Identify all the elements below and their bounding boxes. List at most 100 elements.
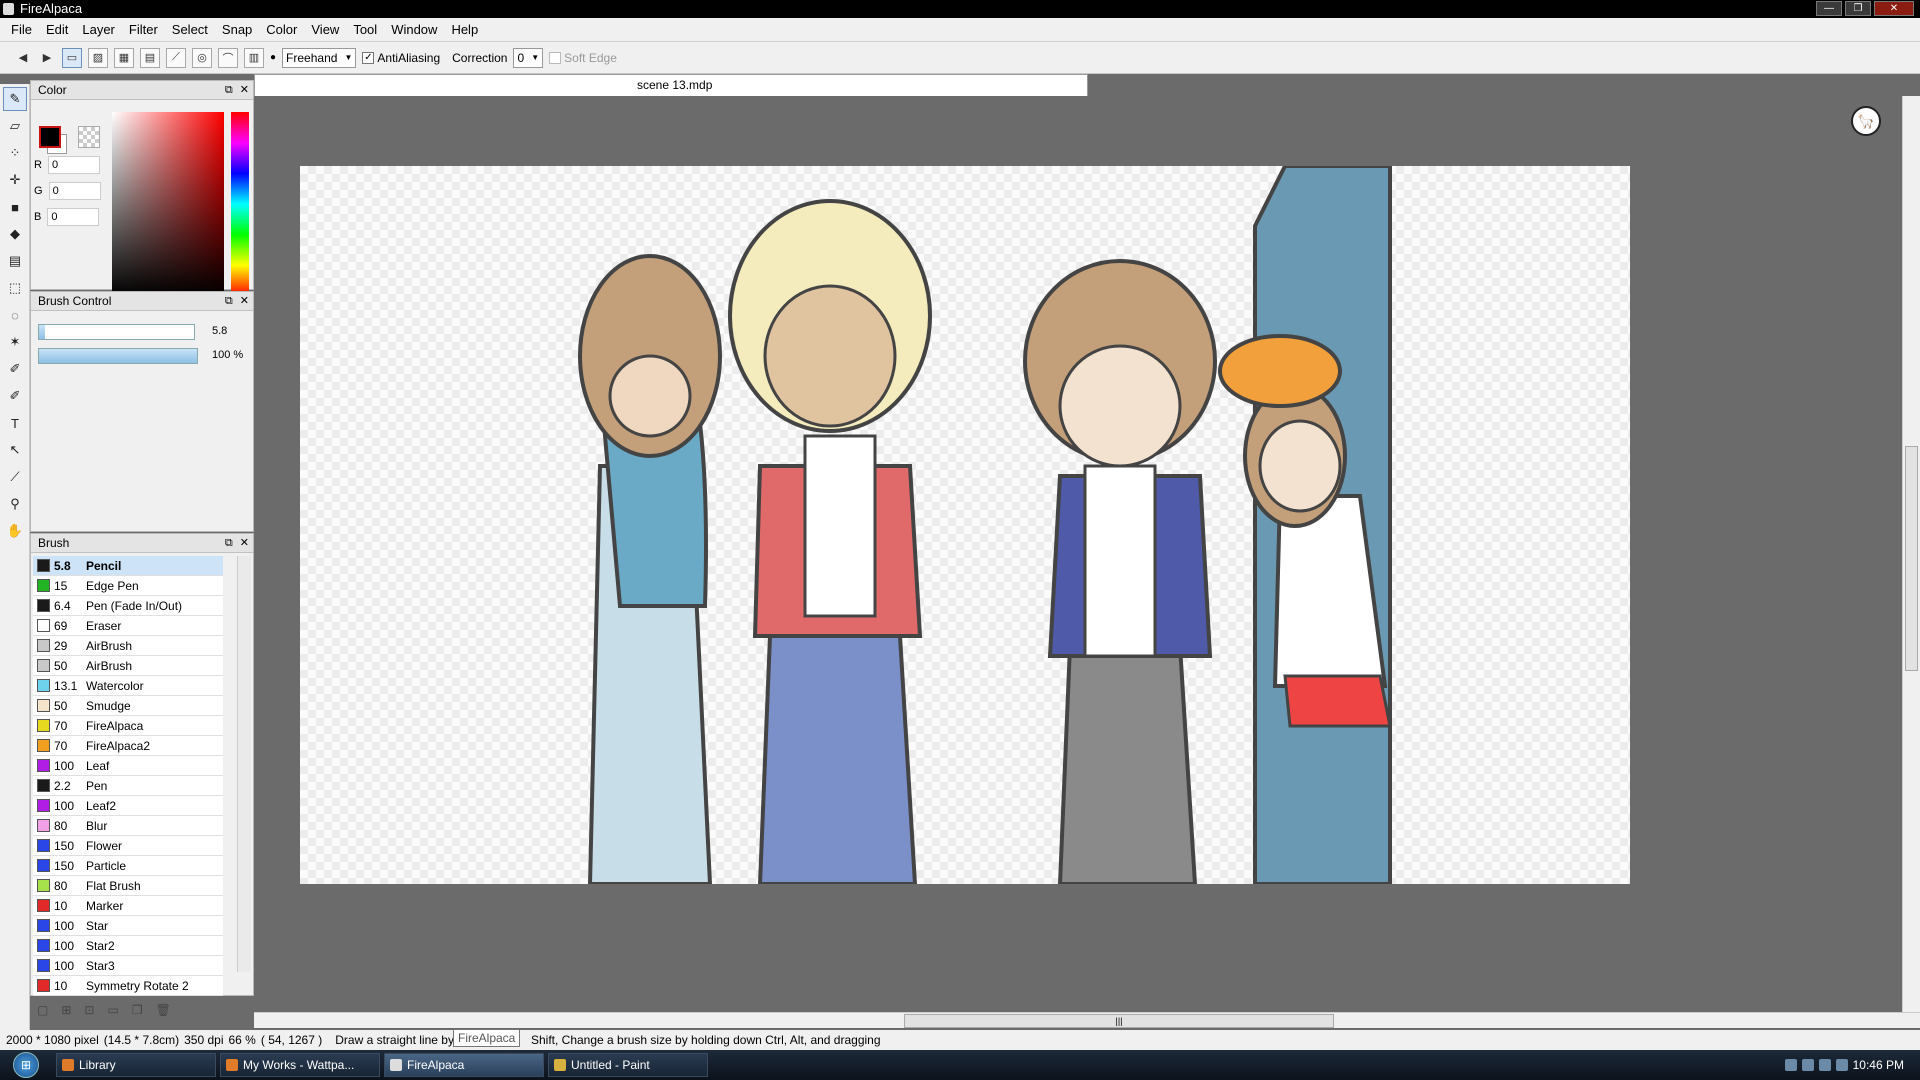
task-paint[interactable]: Untitled - Paint: [548, 1053, 708, 1077]
brush-item[interactable]: 80 Flat Brush: [33, 876, 223, 896]
snap-off-icon[interactable]: ▭: [62, 47, 82, 68]
antialiasing-toggle[interactable]: ✓ AntiAliasing: [362, 51, 440, 65]
panel-close-icon[interactable]: ✕: [240, 81, 249, 99]
tray-battery-icon[interactable]: [1835, 1059, 1848, 1071]
brush-item[interactable]: 80 Blur: [33, 816, 223, 836]
tray-arrow-icon[interactable]: [1784, 1059, 1797, 1071]
task-wattpad[interactable]: My Works - Wattpa...: [220, 1053, 380, 1077]
menu-layer[interactable]: Layer: [75, 22, 122, 37]
menu-filter[interactable]: Filter: [122, 22, 165, 37]
brush-item[interactable]: 150 Particle: [33, 856, 223, 876]
brush-item[interactable]: 100 Leaf: [33, 756, 223, 776]
snap-grid-icon[interactable]: ▦: [114, 47, 134, 68]
select-pen-tool-icon[interactable]: ✐: [3, 357, 27, 381]
task-library[interactable]: Library: [56, 1053, 216, 1077]
hand-tool-icon[interactable]: ✋: [3, 519, 27, 543]
brush-item[interactable]: 29 AirBrush: [33, 636, 223, 656]
menu-window[interactable]: Window: [384, 22, 444, 37]
vertical-scrollbar[interactable]: [1902, 96, 1920, 1012]
brush-item[interactable]: 15 Edge Pen: [33, 576, 223, 596]
start-button[interactable]: ⊞: [0, 1050, 52, 1080]
transparent-color-swatch[interactable]: [78, 126, 100, 148]
brush-item[interactable]: 13.1 Watercolor: [33, 676, 223, 696]
panel-close-icon[interactable]: ✕: [240, 534, 249, 552]
magic-wand-tool-icon[interactable]: ✶: [3, 330, 27, 354]
float-icon[interactable]: ⧉: [225, 534, 233, 552]
menu-snap[interactable]: Snap: [215, 22, 259, 37]
brush-item[interactable]: 50 Smudge: [33, 696, 223, 716]
horizontal-scrollbar-thumb[interactable]: |||: [904, 1014, 1334, 1028]
menu-select[interactable]: Select: [165, 22, 215, 37]
g-input[interactable]: [48, 182, 101, 200]
delete-brush-icon[interactable]: 🗑: [156, 1003, 171, 1017]
brush-item[interactable]: 69 Eraser: [33, 616, 223, 636]
brush-item[interactable]: 70 FireAlpaca2: [33, 736, 223, 756]
menu-edit[interactable]: Edit: [39, 22, 75, 37]
panel-close-icon[interactable]: ✕: [240, 292, 249, 310]
pen-tool-icon[interactable]: ✎: [3, 87, 27, 111]
operation-tool-icon[interactable]: ↖: [3, 438, 27, 462]
r-input[interactable]: [47, 156, 100, 174]
eyedropper-tool-icon[interactable]: ⚲: [3, 492, 27, 516]
snap-circle-icon[interactable]: ◎: [192, 47, 212, 68]
bucket-tool-icon[interactable]: ◆: [3, 222, 27, 246]
snap-3d-icon[interactable]: ▥: [244, 47, 264, 68]
brush-item[interactable]: 100 Star2: [33, 936, 223, 956]
float-icon[interactable]: ⧉: [225, 292, 233, 310]
horizontal-scrollbar[interactable]: |||: [254, 1012, 1920, 1028]
brush-item[interactable]: 6.4 Pen (Fade In/Out): [33, 596, 223, 616]
clock[interactable]: 10:46 PM: [1853, 1058, 1904, 1072]
foreground-color-swatch[interactable]: [39, 126, 61, 148]
folder-icon[interactable]: ▭: [107, 1003, 118, 1017]
brush-opacity-slider[interactable]: [38, 348, 198, 364]
undo-icon[interactable]: ◀: [14, 48, 32, 68]
import-brush-icon[interactable]: ⊡: [84, 1003, 94, 1017]
float-icon[interactable]: ⧉: [225, 81, 233, 99]
brush-item[interactable]: 100 Star3: [33, 956, 223, 976]
add-brush-icon[interactable]: ⊞: [61, 1003, 71, 1017]
menu-tool[interactable]: Tool: [346, 22, 384, 37]
brush-item[interactable]: 10 Symmetry Rotate 2: [33, 976, 223, 996]
divide-tool-icon[interactable]: ⟋: [3, 465, 27, 489]
select-eraser-tool-icon[interactable]: ✐: [3, 384, 27, 408]
vertical-scrollbar-thumb[interactable]: [1905, 446, 1918, 671]
hue-slider[interactable]: [231, 112, 249, 296]
menu-color[interactable]: Color: [259, 22, 304, 37]
snap-curve-icon[interactable]: ⌒: [218, 47, 238, 68]
dot-tool-icon[interactable]: ⁘: [3, 141, 27, 165]
canvas-area[interactable]: 🦙: [254, 96, 1902, 1012]
soft-edge-toggle[interactable]: Soft Edge: [549, 51, 617, 65]
brush-list-scrollbar[interactable]: [237, 556, 251, 972]
eraser-tool-icon[interactable]: ▱: [3, 114, 27, 138]
brush-item[interactable]: 50 AirBrush: [33, 656, 223, 676]
select-tool-icon[interactable]: ⬚: [3, 276, 27, 300]
brush-size-slider[interactable]: [38, 324, 195, 340]
brush-item[interactable]: 100 Star: [33, 916, 223, 936]
redo-icon[interactable]: ▶: [38, 48, 56, 68]
correction-select[interactable]: 0: [513, 47, 544, 68]
fill-tool-icon[interactable]: ■: [3, 195, 27, 219]
close-button[interactable]: ✕: [1874, 1, 1914, 16]
soft-edge-checkbox[interactable]: [549, 51, 562, 64]
menu-view[interactable]: View: [304, 22, 346, 37]
b-input[interactable]: [47, 208, 100, 226]
brush-item[interactable]: 70 FireAlpaca: [33, 716, 223, 736]
drawing-canvas[interactable]: [300, 166, 1630, 884]
brush-mode-select[interactable]: Freehand: [282, 47, 357, 68]
gradient-tool-icon[interactable]: ▤: [3, 249, 27, 273]
tray-network-icon[interactable]: [1801, 1059, 1814, 1071]
brush-item[interactable]: 2.2 Pen: [33, 776, 223, 796]
brush-item[interactable]: 100 Leaf2: [33, 796, 223, 816]
antialiasing-checkbox[interactable]: ✓: [362, 51, 375, 64]
snap-vanishing-icon[interactable]: ⟋: [166, 47, 186, 68]
menu-help[interactable]: Help: [444, 22, 485, 37]
menu-file[interactable]: File: [4, 22, 39, 37]
maximize-button[interactable]: ❐: [1845, 1, 1871, 16]
task-firealpaca[interactable]: FireAlpaca: [384, 1053, 544, 1077]
snap-crisscross-icon[interactable]: ▤: [140, 47, 160, 68]
saturation-value-picker[interactable]: [112, 112, 224, 296]
document-tab[interactable]: scene 13.mdp: [254, 74, 1088, 96]
text-tool-icon[interactable]: T: [3, 411, 27, 435]
move-tool-icon[interactable]: ✛: [3, 168, 27, 192]
brush-item[interactable]: 10 Marker: [33, 896, 223, 916]
